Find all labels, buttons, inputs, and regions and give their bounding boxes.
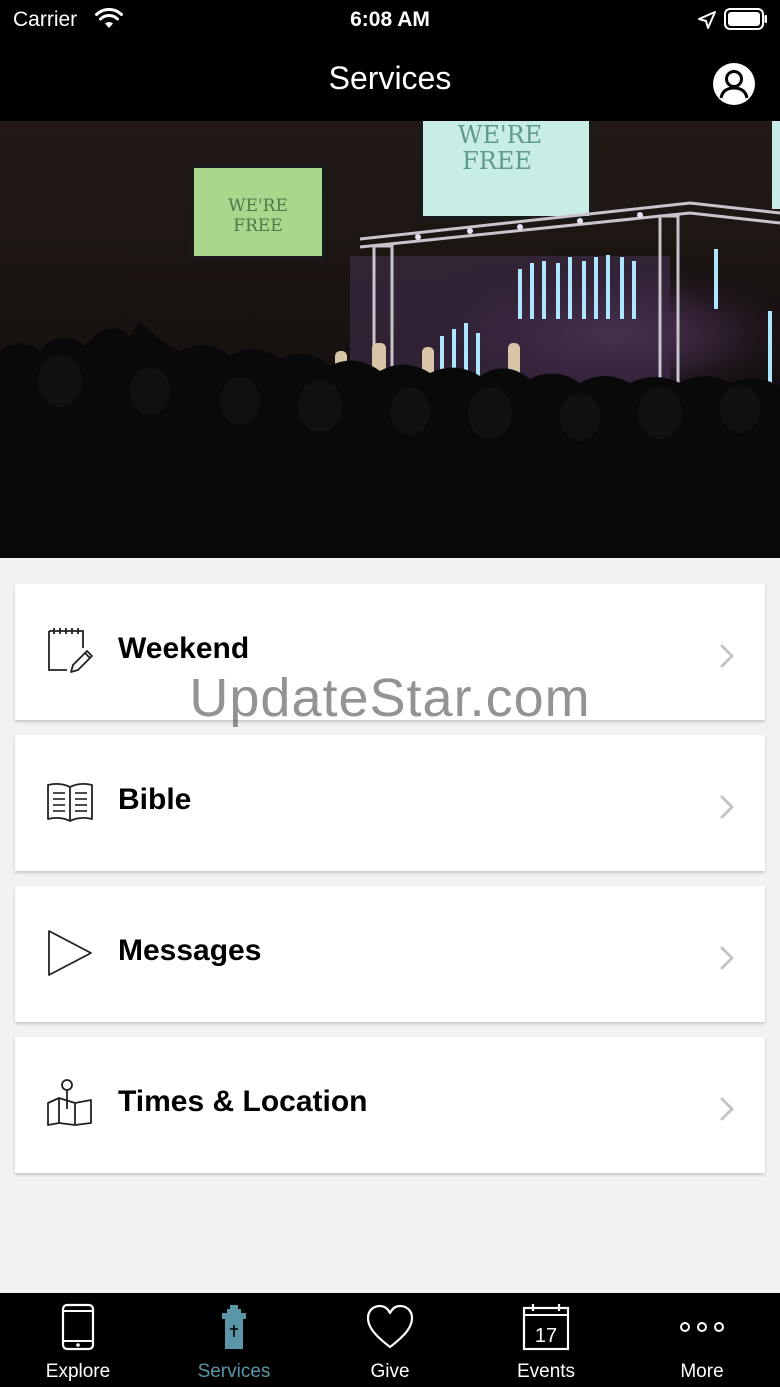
left-screen-line2: FREE bbox=[233, 216, 282, 236]
battery-icon bbox=[724, 8, 767, 30]
right-screen-line2: FREE bbox=[462, 147, 532, 175]
status-bar: Carrier 6:08 AM bbox=[0, 0, 780, 40]
menu-item-times-location[interactable]: Times & Location bbox=[15, 1037, 765, 1173]
calendar-day: 17 bbox=[535, 1325, 557, 1347]
chevron-right-icon bbox=[720, 795, 734, 819]
tab-bar: Explore Services Give 17 Events More bbox=[0, 1293, 780, 1387]
notepad-edit-icon bbox=[48, 628, 93, 673]
tab-label: Give bbox=[370, 1361, 410, 1382]
menu-item-messages[interactable]: Messages bbox=[15, 886, 765, 1022]
menu-item-label: Messages bbox=[118, 934, 262, 967]
phone-icon bbox=[61, 1303, 95, 1351]
tab-give[interactable]: Give bbox=[312, 1293, 468, 1387]
navigation-bar: Services bbox=[0, 40, 780, 121]
tab-label: Services bbox=[197, 1361, 271, 1382]
page-title: Services bbox=[328, 60, 452, 96]
tab-services[interactable]: Services bbox=[156, 1293, 312, 1387]
profile-icon[interactable] bbox=[711, 61, 757, 107]
heart-icon bbox=[366, 1304, 414, 1349]
menu-item-weekend[interactable]: Weekend bbox=[15, 584, 765, 720]
tab-label: Explore bbox=[45, 1361, 111, 1382]
more-dots-icon bbox=[680, 1322, 724, 1332]
tab-explore[interactable]: Explore bbox=[0, 1293, 156, 1387]
tab-events[interactable]: 17 Events bbox=[468, 1293, 624, 1387]
open-book-icon bbox=[47, 782, 93, 822]
clock: 6:08 AM bbox=[350, 8, 430, 31]
chevron-right-icon bbox=[720, 644, 734, 668]
left-screen-line1: WE'RE bbox=[228, 196, 288, 216]
menu-item-label: Weekend bbox=[118, 632, 250, 665]
menu-item-bible[interactable]: Bible bbox=[15, 735, 765, 871]
church-icon bbox=[222, 1305, 246, 1349]
menu-item-label: Bible bbox=[118, 783, 192, 816]
menu-item-label: Times & Location bbox=[118, 1085, 368, 1118]
location-arrow-icon bbox=[698, 11, 716, 29]
chevron-right-icon bbox=[720, 1097, 734, 1121]
play-icon bbox=[48, 930, 92, 976]
tab-label: Events bbox=[516, 1361, 576, 1382]
right-screen-line1: WE'RE bbox=[458, 121, 542, 149]
chevron-right-icon bbox=[720, 946, 734, 970]
tab-label: More bbox=[680, 1361, 724, 1382]
hero-image: WE'RE FREE WE'RE FREE bbox=[0, 121, 780, 558]
calendar-icon: 17 bbox=[522, 1304, 570, 1351]
map-pin-icon bbox=[47, 1079, 92, 1126]
tab-more[interactable]: More bbox=[624, 1293, 780, 1387]
